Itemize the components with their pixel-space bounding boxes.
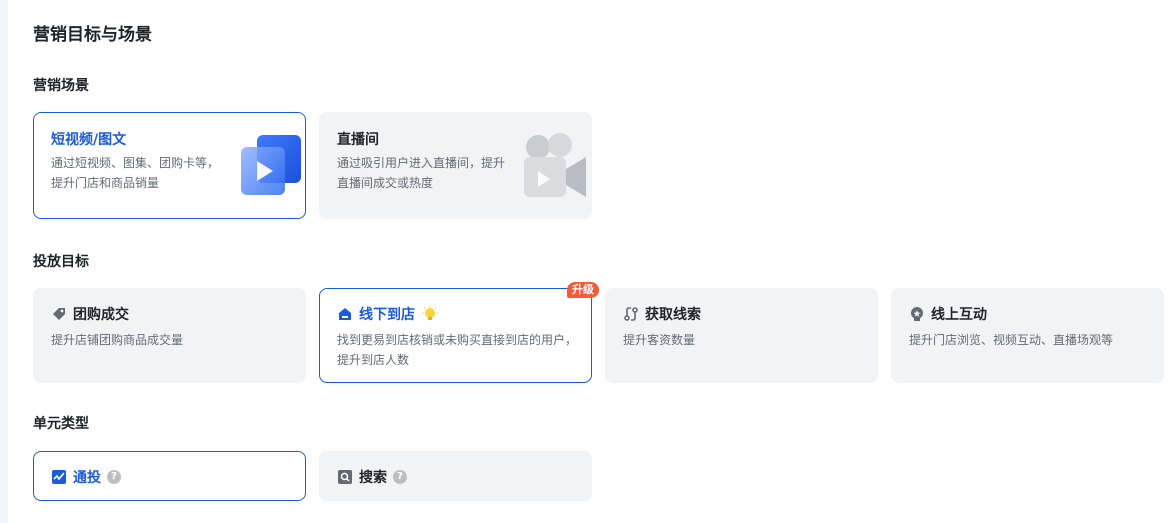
route-icon (624, 307, 638, 321)
left-strip (0, 0, 8, 523)
goal-card-title-wrap: 获取线索 (623, 304, 701, 324)
scene-card-title: 直播间 (337, 132, 379, 148)
type-card-title-wrap: 通投 ? (51, 467, 121, 487)
goal-card-title-wrap: 团购成交 (51, 304, 129, 324)
type-card-search[interactable]: 搜索 ? (319, 451, 592, 501)
goal-card-desc: 提升客资数量 (623, 333, 696, 347)
goal-card-get-leads[interactable]: 获取线索 提升客资数量 (605, 288, 878, 383)
goal-card-title: 线下到店 (359, 307, 415, 323)
scene-card-title: 短视频/图文 (51, 132, 127, 148)
goal-card-title-wrap: 线上互动 (909, 304, 987, 324)
search-icon (338, 470, 352, 484)
upgrade-badge: 升级 (567, 282, 599, 298)
page-title: 营销目标与场景 (33, 25, 152, 45)
scene-card-short-video[interactable]: 短视频/图文 通过短视频、图集、团购卡等，提升门店和商品销量 (33, 112, 306, 219)
goal-card-online-interaction[interactable]: 线上互动 提升门店浏览、视频互动、直播场观等 (891, 288, 1164, 383)
type-card-title-wrap: 搜索 ? (337, 467, 407, 487)
goal-card-title-wrap: 线下到店 (337, 304, 439, 324)
type-card-general[interactable]: 通投 ? (33, 451, 306, 501)
medal-icon (911, 307, 923, 321)
scene-card-desc: 通过短视频、图集、团购卡等，提升门店和商品销量 (51, 156, 220, 190)
goal-card-desc: 提升门店浏览、视频互动、直播场观等 (909, 333, 1114, 347)
scene-card-desc: 通过吸引用户进入直播间，提升直播间成交或热度 (337, 156, 506, 190)
goal-card-title: 团购成交 (73, 307, 129, 323)
goal-card-group-purchase[interactable]: 团购成交 提升店铺团购商品成交量 (33, 288, 306, 383)
scene-section-title: 营销场景 (33, 78, 89, 94)
goal-card-title: 获取线索 (645, 307, 701, 323)
scene-card-live-room[interactable]: 直播间 通过吸引用户进入直播间，提升直播间成交或热度 (319, 112, 592, 219)
lightbulb-icon (422, 305, 438, 320)
chart-icon (52, 470, 66, 484)
type-section-title: 单元类型 (33, 416, 89, 432)
goal-card-desc: 提升店铺团购商品成交量 (51, 333, 184, 347)
store-icon (339, 308, 351, 320)
type-card-title: 通投 (73, 470, 101, 486)
video-card-illustration-icon (241, 135, 301, 195)
tag-icon (53, 308, 65, 320)
goal-card-title: 线上互动 (931, 307, 987, 323)
help-icon[interactable]: ? (393, 470, 407, 484)
camera-illustration-icon (524, 133, 586, 197)
goal-card-desc: 找到更易到店核销或未购买直接到店的用户，提升到店人数 (337, 333, 578, 367)
goal-section-title: 投放目标 (33, 254, 89, 270)
goal-card-offline-visit[interactable]: 升级 线下到店 找到更易到店核销或未购买直接到店的用户，提升到店人数 (319, 282, 599, 383)
help-icon[interactable]: ? (107, 470, 121, 484)
type-card-title: 搜索 (359, 470, 387, 486)
